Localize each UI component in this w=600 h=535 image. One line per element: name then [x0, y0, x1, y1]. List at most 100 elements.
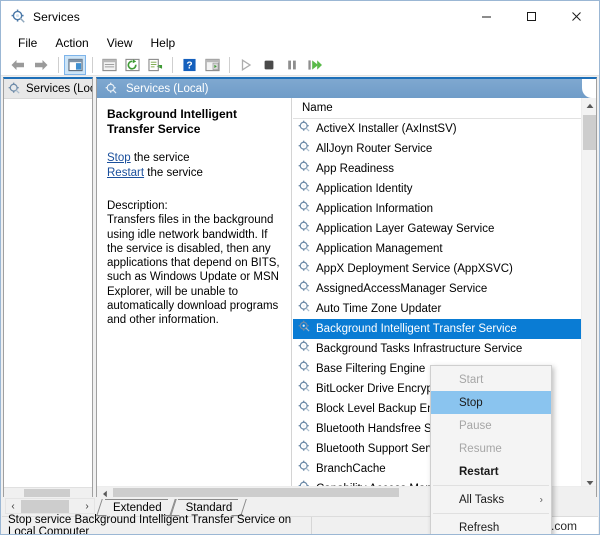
services-gear-icon [298, 400, 311, 418]
tree-pane-hscrollbar[interactable]: ‹ › [5, 498, 95, 514]
tree-node-services-local[interactable]: Services (Loca [4, 79, 92, 99]
stop-the-service-link[interactable]: Stop the service [107, 151, 281, 166]
title-bar: Services [1, 1, 599, 32]
ctx-start: Start [431, 368, 551, 391]
ctx-refresh[interactable]: Refresh [431, 516, 551, 534]
status-message: Stop service Background Intelligent Tran… [2, 514, 312, 534]
service-name: Application Information [316, 203, 433, 215]
service-name: ActiveX Installer (AxInstSV) [316, 123, 457, 135]
results-pane-header: Services (Local) [97, 79, 596, 98]
stop-link-text[interactable]: Stop [107, 152, 131, 164]
services-gear-icon [298, 360, 311, 378]
services-gear-icon [298, 440, 311, 458]
services-gear-icon [298, 460, 311, 478]
service-name: AppX Deployment Service (AppXSVC) [316, 263, 513, 275]
service-name: AllJoyn Router Service [316, 143, 433, 155]
service-name: Auto Time Zone Updater [316, 303, 442, 315]
restart-link-text[interactable]: Restart [107, 167, 144, 179]
service-row[interactable]: Background Tasks Infrastructure Service [293, 339, 596, 359]
list-vscroll-thumb[interactable] [583, 115, 596, 150]
service-row[interactable]: Application Identity [293, 179, 596, 199]
services-gear-icon [298, 340, 311, 358]
tab-standard-label: Standard [185, 501, 233, 514]
main-body: Services (Loca [2, 76, 598, 534]
window-controls [464, 1, 599, 32]
service-name: Background Tasks Infrastructure Service [316, 343, 523, 355]
scroll-left-icon[interactable]: ‹ [6, 499, 20, 513]
maximize-icon[interactable] [509, 1, 554, 32]
ctx-stop-label: Stop [459, 396, 483, 409]
service-row[interactable]: Application Management [293, 239, 596, 259]
help-icon[interactable]: ? [178, 55, 200, 75]
service-context-menu: Start Stop Pause Resume Restart All Tasks › Ref… [430, 365, 552, 534]
back-icon[interactable] [7, 55, 29, 75]
service-row[interactable]: AppX Deployment Service (AppXSVC) [293, 259, 596, 279]
menu-file[interactable]: File [9, 34, 46, 52]
ctx-restart-label: Restart [459, 465, 499, 478]
tree-node-label: Services (Loca [26, 82, 92, 95]
show-action-pane-icon[interactable] [201, 55, 223, 75]
restart-the-service-link[interactable]: Restart the service [107, 166, 281, 181]
services-gear-icon [298, 120, 311, 138]
ctx-restart[interactable]: Restart [431, 460, 551, 483]
refresh-icon[interactable] [121, 55, 143, 75]
scroll-up-icon[interactable] [582, 98, 596, 113]
menu-bar: File Action View Help [1, 32, 599, 54]
export-icon[interactable] [144, 55, 166, 75]
services-gear-icon [298, 380, 311, 398]
ctx-stop[interactable]: Stop [431, 391, 551, 414]
forward-icon[interactable] [30, 55, 52, 75]
description-label: Description: [107, 200, 168, 212]
toolbar-separator [172, 56, 173, 73]
list-vertical-scrollbar[interactable] [581, 98, 596, 490]
restart-service-icon[interactable] [304, 55, 326, 75]
submenu-chevron-icon: › [539, 494, 543, 505]
toolbar-separator [58, 56, 59, 73]
menu-action[interactable]: Action [46, 34, 97, 52]
menu-separator [433, 485, 549, 486]
service-row[interactable]: Auto Time Zone Updater [293, 299, 596, 319]
service-row[interactable]: Application Information [293, 199, 596, 219]
service-row[interactable]: App Readiness [293, 159, 596, 179]
service-name: Base Filtering Engine [316, 363, 426, 375]
menu-help[interactable]: Help [142, 34, 185, 52]
service-name: App Readiness [316, 163, 394, 175]
description-text: Transfers files in the background using … [107, 214, 280, 327]
ctx-resume-label: Resume [459, 442, 502, 455]
menu-separator [433, 513, 549, 514]
pause-service-icon[interactable] [281, 55, 303, 75]
service-name: Application Identity [316, 183, 413, 195]
services-gear-icon [298, 180, 311, 198]
services-gear-icon [105, 82, 118, 95]
services-gear-icon [8, 82, 21, 95]
ctx-pause-label: Pause [459, 419, 492, 432]
service-row[interactable]: AssignedAccessManager Service [293, 279, 596, 299]
stop-service-icon[interactable] [258, 55, 280, 75]
service-row[interactable]: Application Layer Gateway Service [293, 219, 596, 239]
service-title: Background Intelligent Transfer Service [107, 107, 238, 136]
tree-hscroll-thumb[interactable] [21, 500, 69, 513]
service-row[interactable]: Background Intelligent Transfer Service [293, 319, 596, 339]
start-service-icon[interactable] [235, 55, 257, 75]
ctx-start-label: Start [459, 373, 484, 386]
scroll-right-icon[interactable]: › [80, 499, 94, 513]
services-gear-icon [298, 240, 311, 258]
results-pane-title: Services (Local) [126, 82, 209, 95]
ctx-pause: Pause [431, 414, 551, 437]
service-row[interactable]: AllJoyn Router Service [293, 139, 596, 159]
show-hide-console-tree-icon[interactable] [64, 54, 86, 75]
tab-extended-label: Extended [113, 501, 162, 514]
list-column-header[interactable]: Name [293, 98, 596, 119]
column-header-name: Name [302, 102, 333, 114]
services-gear-icon [10, 9, 26, 25]
export-list-icon[interactable] [98, 55, 120, 75]
ctx-all-tasks-label: All Tasks [459, 493, 505, 506]
svg-text:?: ? [186, 60, 192, 71]
service-details-pane: Background Intelligent Transfer Service … [97, 98, 292, 500]
ctx-resume: Resume [431, 437, 551, 460]
menu-view[interactable]: View [98, 34, 142, 52]
minimize-icon[interactable] [464, 1, 509, 32]
service-row[interactable]: ActiveX Installer (AxInstSV) [293, 119, 596, 139]
close-icon[interactable] [554, 1, 599, 32]
ctx-all-tasks[interactable]: All Tasks › [431, 488, 551, 511]
